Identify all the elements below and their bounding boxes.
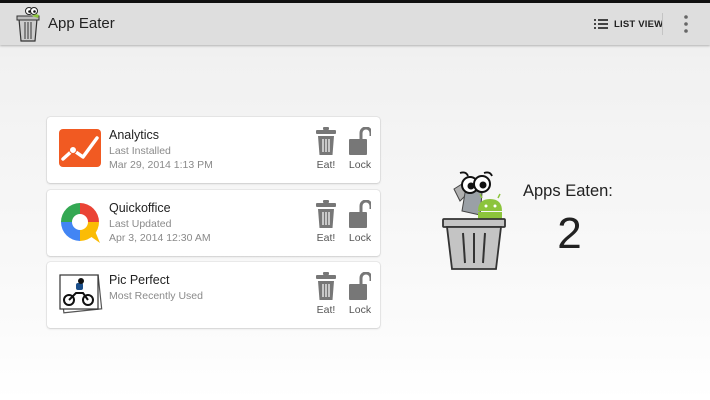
app-date: Apr 3, 2014 12:30 AM xyxy=(109,232,211,244)
trash-bin-eater-icon xyxy=(442,171,506,270)
app-card-analytics[interactable]: Analytics Last Installed Mar 29, 2014 1:… xyxy=(47,117,380,183)
app-date: Mar 29, 2014 1:13 PM xyxy=(109,159,213,171)
list-view-button[interactable]: LIST VIEW xyxy=(594,10,663,38)
unlocked-padlock-icon xyxy=(349,127,371,155)
eat-label: Eat! xyxy=(316,159,336,171)
eat-label: Eat! xyxy=(316,232,336,244)
app-status: Last Updated xyxy=(109,218,172,230)
apps-eaten-count: 2 xyxy=(557,209,582,258)
eat-button[interactable]: Eat! xyxy=(311,200,341,248)
app-card-pic-perfect[interactable]: Pic Perfect Most Recently Used Eat! Lock xyxy=(47,262,380,328)
app-name: Pic Perfect xyxy=(109,273,170,287)
unlocked-padlock-icon xyxy=(349,200,371,228)
vertical-dots-icon[interactable] xyxy=(678,13,694,35)
eat-button[interactable]: Eat! xyxy=(311,272,341,320)
trash-icon xyxy=(316,200,336,228)
action-bar: App Eater LIST VIEW xyxy=(0,3,710,45)
trash-icon xyxy=(316,272,336,300)
lock-label: Lock xyxy=(348,304,372,316)
action-bar-divider xyxy=(662,13,663,35)
analytics-icon xyxy=(59,129,101,167)
lock-label: Lock xyxy=(348,159,372,171)
pic-perfect-icon xyxy=(59,274,103,314)
apps-eaten-label: Apps Eaten: xyxy=(523,182,613,200)
unlocked-padlock-icon xyxy=(349,272,371,300)
lock-button[interactable]: Lock xyxy=(345,272,375,320)
eat-button[interactable]: Eat! xyxy=(311,127,341,175)
trash-icon xyxy=(316,127,336,155)
lock-label: Lock xyxy=(348,232,372,244)
app-title: App Eater xyxy=(48,15,115,32)
app-name: Analytics xyxy=(109,128,160,142)
list-view-label: LIST VIEW xyxy=(614,18,664,30)
app-card-quickoffice[interactable]: Quickoffice Last Updated Apr 3, 2014 12:… xyxy=(47,190,380,256)
app-status: Last Installed xyxy=(109,145,171,157)
list-icon xyxy=(594,19,608,29)
quickoffice-icon xyxy=(61,203,100,243)
eat-label: Eat! xyxy=(316,304,336,316)
app-name: Quickoffice xyxy=(109,201,171,215)
lock-button[interactable]: Lock xyxy=(345,200,375,248)
app-status: Most Recently Used xyxy=(109,290,203,302)
lock-button[interactable]: Lock xyxy=(345,127,375,175)
trash-bin-eater-icon[interactable] xyxy=(14,5,42,43)
